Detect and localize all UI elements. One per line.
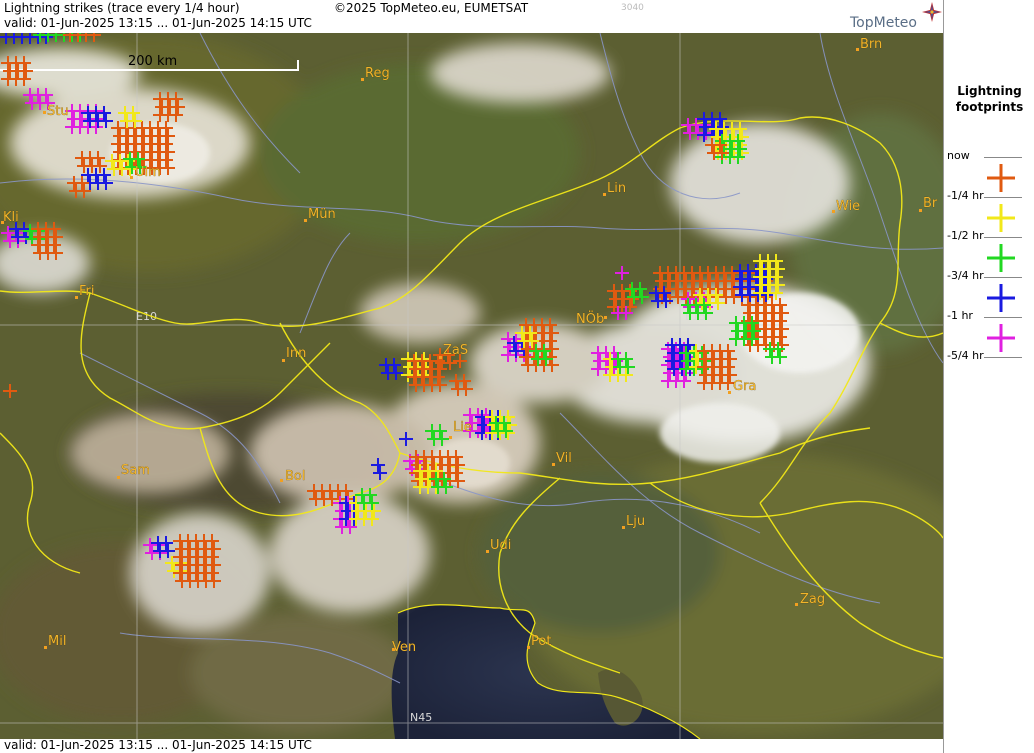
legend-label: -5/4 hr [947, 349, 984, 362]
city-brn[interactable]: Brn [856, 37, 882, 52]
compass-star-icon [922, 2, 942, 22]
svg-text:Inn: Inn [286, 346, 306, 361]
svg-text:Mil: Mil [48, 634, 66, 649]
grid-label-n45: N45 [410, 711, 432, 724]
legend-divider [984, 317, 1022, 318]
svg-text:Wie: Wie [836, 199, 860, 214]
legend-label: -1/2 hr [947, 229, 984, 242]
city-lin[interactable]: Lin [603, 181, 626, 196]
svg-text:Br: Br [923, 196, 938, 211]
legend-title-line2: footprints [955, 100, 1024, 114]
svg-text:Mün: Mün [308, 207, 336, 222]
legend-label: now [947, 149, 970, 162]
cross-icon [987, 204, 1015, 232]
svg-text:Udi: Udi [490, 538, 511, 553]
city-ulm[interactable]: Ulm [130, 165, 161, 180]
city-udi[interactable]: Udi [486, 538, 512, 553]
legend-label: -1/4 hr [947, 189, 984, 202]
svg-text:Lie: Lie [453, 420, 472, 435]
city-zag[interactable]: Zag [795, 592, 825, 607]
city-nob[interactable]: NÖb [576, 310, 607, 327]
scale-label: 200 km [128, 54, 177, 69]
legend-divider [984, 237, 1022, 238]
svg-text:Pot: Pot [531, 634, 551, 649]
legend-title-line1: Lightning [957, 84, 1022, 98]
city-inn[interactable]: Inn [282, 346, 306, 362]
svg-text:Ulm: Ulm [135, 165, 161, 180]
copyright-text: ©2025 TopMeteo.eu, EUMETSAT [334, 1, 529, 15]
svg-text:Sam: Sam [121, 463, 150, 478]
svg-text:NÖb: NÖb [576, 310, 604, 327]
city-reg[interactable]: Reg [361, 66, 390, 81]
city-wie[interactable]: Wie [832, 199, 860, 214]
valid-time-top: valid: 01-Jun-2025 13:15 ... 01-Jun-2025… [4, 16, 312, 30]
city-mil[interactable]: Mil [44, 634, 67, 649]
city-zas[interactable]: ZaS [439, 343, 468, 359]
svg-text:Gra: Gra [733, 379, 756, 394]
city-ven[interactable]: Ven [392, 640, 416, 655]
brand-logo-link[interactable]: TopMeteo [838, 2, 942, 32]
svg-text:Bol: Bol [285, 469, 305, 484]
svg-text:Lju: Lju [626, 514, 645, 529]
valid-time-bottom: valid: 01-Jun-2025 13:15 ... 01-Jun-2025… [4, 738, 312, 752]
svg-text:ZaS: ZaS [443, 343, 468, 358]
city-mun[interactable]: Mün [304, 207, 336, 222]
city-stu[interactable]: Stu [43, 104, 69, 119]
city-kli[interactable]: Kli [1, 210, 19, 225]
svg-text:Kli: Kli [3, 210, 19, 225]
lightning-legend: Lightning footprints now -1/4 hr -1/2 hr… [943, 0, 1034, 753]
brand-name: TopMeteo [850, 15, 917, 31]
svg-text:Vil: Vil [556, 451, 572, 466]
svg-text:Lin: Lin [607, 181, 626, 196]
legend-row-five-quarter: -5/4 hr [944, 349, 1034, 397]
cross-icon [987, 284, 1015, 312]
footer-bar: valid: 01-Jun-2025 13:15 ... 01-Jun-2025… [0, 738, 943, 753]
legend-title: Lightning footprints [944, 83, 1034, 115]
svg-text:Fri: Fri [79, 284, 95, 299]
legend-divider [984, 277, 1022, 278]
city-pot[interactable]: Pot [527, 634, 552, 649]
svg-text:Stu: Stu [47, 104, 69, 119]
cross-icon [987, 324, 1015, 352]
svg-text:Zag: Zag [800, 592, 825, 607]
legend-divider [984, 357, 1022, 358]
map-title: Lightning strikes (trace every 1/4 hour) [4, 1, 240, 15]
city-lju[interactable]: Lju [622, 514, 645, 529]
city-gra[interactable]: Gra [728, 379, 757, 394]
satellite-lightning-map[interactable]: E10 E15 N45 200 km Brn Reg Stu Lin Ulm W… [0, 33, 943, 739]
cross-icon [987, 164, 1015, 192]
legend-divider [984, 157, 1022, 158]
svg-text:Ven: Ven [392, 640, 416, 655]
legend-label: -3/4 hr [947, 269, 984, 282]
legend-label: -1 hr [947, 309, 973, 322]
svg-text:Reg: Reg [365, 66, 390, 81]
product-code: 3040 [621, 3, 644, 13]
cross-icon [987, 244, 1015, 272]
city-sam[interactable]: Sam [117, 463, 150, 479]
svg-text:Brn: Brn [860, 37, 882, 52]
legend-divider [984, 197, 1022, 198]
header-bar: Lightning strikes (trace every 1/4 hour)… [0, 0, 943, 33]
